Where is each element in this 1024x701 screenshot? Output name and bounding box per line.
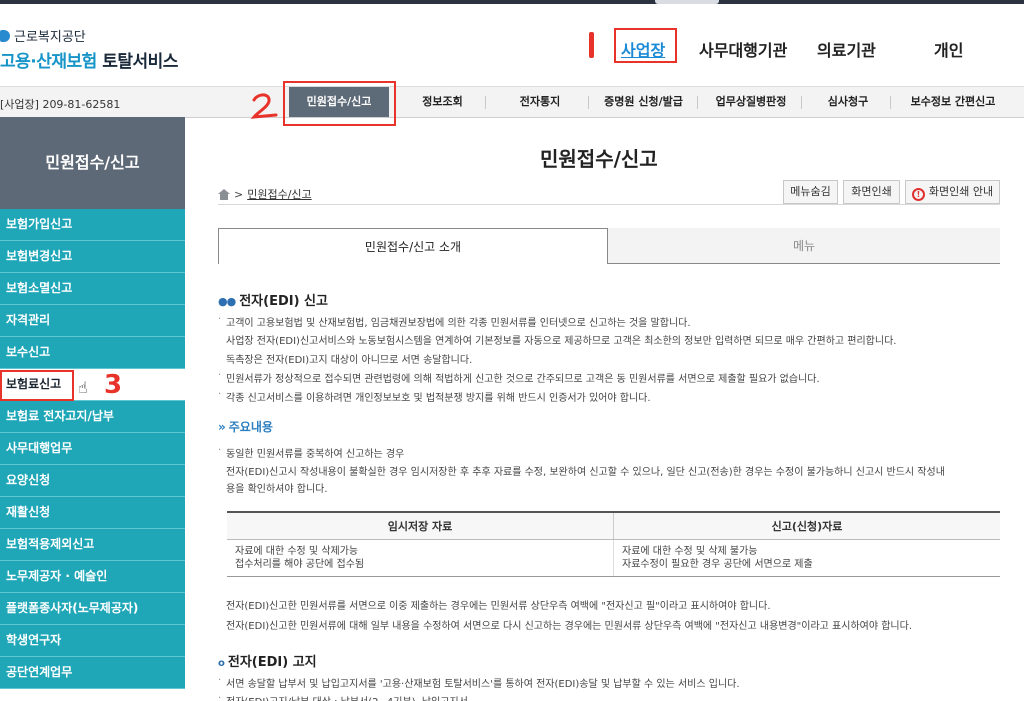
hand-cursor-icon: ☝ <box>78 378 88 397</box>
sidebar-item-platform-worker[interactable]: 플랫폼종사자(노무제공자) <box>0 593 185 625</box>
page-title: 민원접수/신고 <box>540 147 658 171</box>
main-menu-bar: [사업장] 209-81-62581 민원접수/신고 정보조회 전자통지 증명원… <box>0 86 1024 118</box>
table-header-row: 임시저장 자료 신고(신청)자료 <box>227 513 1000 540</box>
annotation-box-1 <box>614 28 677 63</box>
key-content-label: 주요내용 <box>228 420 273 434</box>
edi-notice-line: 서면 송달할 납부서 및 납입고지서를 '고용·산재보험 토탈서비스'를 통하여… <box>218 675 740 690</box>
top-strip-tab <box>655 0 719 4</box>
sidebar-item-e-notice-payment[interactable]: 보험료 전자고지/납부 <box>0 401 185 433</box>
user-nav-medical[interactable]: 의료기관 <box>817 37 876 61</box>
table-row: 자료에 대한 수정 및 삭제가능 접수처리를 해야 공단에 접수됨 자료에 대한… <box>227 540 1000 576</box>
bullet-dots-icon: ●● <box>218 295 236 308</box>
sidebar-item-qualification[interactable]: 자격관리 <box>0 305 185 337</box>
table-header-submitted: 신고(신청)자료 <box>613 513 1000 539</box>
note-line: 전자(EDI)신고한 민원서류를 서면으로 이중 제출하는 경우에는 민원서류 … <box>226 601 771 612</box>
menu-divider <box>485 96 486 109</box>
note-line: 전자(EDI)신고한 민원서류에 대해 일부 내용을 수정하여 서면으로 다시 … <box>226 621 913 632</box>
left-sidebar: 민원접수/신고 보험가입신고 보험변경신고 보험소멸신고 자격관리 보수신고 보… <box>0 117 185 701</box>
print-guide-button[interactable]: ! 화면인쇄 안내 <box>905 180 1000 204</box>
double-chevron-icon: » <box>218 420 226 434</box>
table-cell-submitted: 자료에 대한 수정 및 삭제 불가능 자료수정이 필요한 경우 공단에 서면으로… <box>613 540 1000 576</box>
service-name-highlight: 고용·산재보험 <box>0 52 97 72</box>
table-cell-temp: 자료에 대한 수정 및 삭제가능 접수처리를 해야 공단에 접수됨 <box>227 540 613 576</box>
window-top-strip <box>0 0 1024 4</box>
key-content-heading: » 주요내용 <box>218 418 273 435</box>
sidebar-item-insurance-termination[interactable]: 보험소멸신고 <box>0 273 185 305</box>
org-name-row: 근로복지공단 <box>0 26 178 45</box>
content-tabs: 민원접수/신고 소개 메뉴 <box>218 228 1000 264</box>
user-nav-agency[interactable]: 사무대행기관 <box>699 37 787 61</box>
edi-report-line: 고객이 고용보험법 및 산재보험법, 임금채권보장법에 의한 각종 민원서류를 … <box>218 314 691 329</box>
menu-occupational-disease[interactable]: 업무상질병판정 <box>705 87 797 117</box>
org-name: 근로복지공단 <box>14 30 86 45</box>
annotation-box-3 <box>0 370 74 401</box>
sidebar-item-labor-provider-artist[interactable]: 노무제공자 · 예술인 <box>0 561 185 593</box>
edi-notice-line: 전자(EDI)고지/납부 대상 : 납부서(2~4기분), 납입고지서 <box>218 693 468 701</box>
alert-icon: ! <box>911 188 925 201</box>
table-cell-line: 자료에 대한 수정 및 삭제가능 <box>235 546 359 557</box>
annotation-box-2 <box>283 81 396 126</box>
breadcrumb-divider <box>218 204 1000 205</box>
section-edi-notice-label: 전자(EDI) 고지 <box>227 655 317 670</box>
annotation-mark-1 <box>589 32 594 58</box>
breadcrumb: > 민원접수/신고 <box>218 186 312 202</box>
print-button[interactable]: 화면인쇄 <box>843 180 900 204</box>
bullet-circle-icon: o <box>218 658 225 669</box>
section-edi-report-title: ●● 전자(EDI) 신고 <box>218 290 328 309</box>
menu-divider <box>890 96 891 109</box>
menu-certificate[interactable]: 증명원 신청/발급 <box>596 87 691 117</box>
site-logo[interactable]: 근로복지공단 고용·산재보험 토탈서비스 <box>0 26 178 72</box>
tab-intro[interactable]: 민원접수/신고 소개 <box>218 228 608 264</box>
home-icon[interactable] <box>218 188 230 200</box>
edi-report-line: 각종 신고서비스를 이용하려면 개인정보보호 및 법적분쟁 방지를 위해 반드시… <box>218 389 651 404</box>
breadcrumb-separator: > <box>234 187 244 201</box>
table-cell-line: 자료에 대한 수정 및 삭제 불가능 <box>622 546 758 557</box>
logo-mark-icon <box>0 29 10 42</box>
sidebar-item-rehab-application[interactable]: 재활신청 <box>0 497 185 529</box>
sidebar-item-care-application[interactable]: 요양신청 <box>0 465 185 497</box>
menu-wage-simple-report[interactable]: 보수정보 간편신고 <box>897 87 1009 117</box>
table-cell-line: 자료수정이 필요한 경우 공단에 서면으로 제출 <box>622 559 813 570</box>
key-content-line: 전자(EDI)신고시 작성내용이 불확실한 경우 임시저장한 후 추후 자료를 … <box>226 467 945 478</box>
breadcrumb-link[interactable]: 민원접수/신고 <box>247 186 311 202</box>
edi-report-line: 사업장 전자(EDI)신고서비스와 노동보험시스템을 연계하여 기본정보를 자동… <box>226 336 897 347</box>
table-header-temp: 임시저장 자료 <box>387 520 453 533</box>
sidebar-title: 민원접수/신고 <box>0 117 185 209</box>
menu-info-inquiry[interactable]: 정보조회 <box>400 87 485 117</box>
annotation-mark-2 <box>250 93 278 119</box>
menu-review-claim[interactable]: 심사청구 <box>810 87 886 117</box>
key-content-line: 용을 확인하셔야 합니다. <box>226 484 328 495</box>
user-nav-personal[interactable]: 개인 <box>934 37 963 61</box>
sidebar-item-insurance-change[interactable]: 보험변경신고 <box>0 241 185 273</box>
menu-e-notice[interactable]: 전자통지 <box>494 87 586 117</box>
table-cell-line: 접수처리를 해야 공단에 접수됨 <box>235 559 365 570</box>
menu-divider <box>697 96 698 109</box>
section-edi-report-label: 전자(EDI) 신고 <box>239 294 328 309</box>
tab-menu[interactable]: 메뉴 <box>608 228 1000 264</box>
section-edi-notice-title: o 전자(EDI) 고지 <box>218 651 317 670</box>
sidebar-item-linked-work[interactable]: 공단연계업무 <box>0 657 185 689</box>
service-name-rest: 토탈서비스 <box>102 52 178 72</box>
service-name: 고용·산재보험 토탈서비스 <box>0 47 178 72</box>
key-content-line: 동일한 민원서류를 중복하여 신고하는 경우 <box>218 445 404 460</box>
print-guide-label: 화면인쇄 안내 <box>928 185 994 198</box>
hide-menu-button[interactable]: 메뉴숨김 <box>783 180 838 204</box>
sidebar-item-insurance-join[interactable]: 보험가입신고 <box>0 209 185 241</box>
comparison-table: 임시저장 자료 신고(신청)자료 자료에 대한 수정 및 삭제가능 접수처리를 … <box>227 511 1000 577</box>
annotation-mark-3: 3 <box>104 370 123 400</box>
sidebar-item-agency-work[interactable]: 사무대행업무 <box>0 433 185 465</box>
sidebar-item-wage-report[interactable]: 보수신고 <box>0 337 185 369</box>
sidebar-item-exclusion-report[interactable]: 보험적용제외신고 <box>0 529 185 561</box>
edi-report-line: 민원서류가 정상적으로 접수되면 관련법령에 의해 적법하게 신고한 것으로 간… <box>218 370 820 385</box>
sidebar-item-student-researcher[interactable]: 학생연구자 <box>0 625 185 657</box>
menu-divider <box>801 96 802 109</box>
menu-divider <box>588 96 589 109</box>
edi-report-line: 독촉장은 전자(EDI)고지 대상이 아니므로 서면 송달합니다. <box>226 355 473 366</box>
business-number: [사업장] 209-81-62581 <box>0 98 121 111</box>
